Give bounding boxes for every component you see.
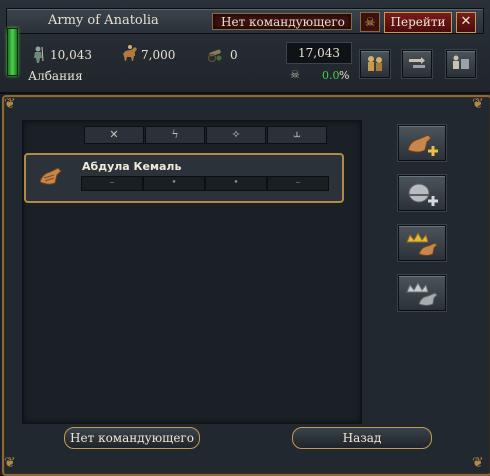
cavalry-icon [123,45,137,61]
sort-siege-tab[interactable]: ⥿ [267,126,327,144]
leader-skill-fire: – [81,176,143,191]
skull-button[interactable]: ☠ [360,12,380,32]
helmet-plus-icon [408,183,438,206]
artillery-icon [207,49,222,63]
army-strength-bar [7,28,18,76]
crown-gauntlet-icon [406,231,438,256]
cannon-icon: ⥿ [292,128,302,141]
infantry-count: 10,043 [50,48,92,62]
crossed-swords-icon: ✕ [109,128,119,141]
reorganize-icon [409,57,425,68]
split-soldiers-icon [368,56,382,71]
total-troops: 17,043 [286,42,352,64]
morale-skull-icon: ☠ [290,68,300,81]
corner-ornament-icon: ❦ [472,455,484,471]
sort-maneuver-tab[interactable]: ✧ [206,126,266,144]
close-button[interactable]: ✕ [456,12,476,33]
morale-unit: % [339,69,350,82]
gauntlet-plus-icon [407,134,438,156]
reorganize-button[interactable] [402,50,432,78]
back-button[interactable]: Назад [292,427,432,449]
assign-ruler-button[interactable] [398,225,446,261]
sort-fire-tab[interactable]: ✕ [84,126,144,144]
leader-skill-siege: – [267,176,329,191]
leader-skill-shock: • [143,176,205,191]
location-label[interactable]: Албания [28,69,83,83]
split-army-button[interactable] [360,50,390,78]
skull-icon: ☠ [364,15,376,29]
artillery-count: 0 [230,48,238,62]
leader-skill-maneuver: • [205,176,267,191]
commander-field[interactable]: Нет командующего [212,13,352,30]
go-button[interactable]: Перейти [384,12,452,33]
assign-heir-button[interactable] [398,275,446,311]
corner-ornament-icon: ❦ [4,96,16,112]
detach-units-icon [453,55,469,69]
sort-shock-tab[interactable]: ϟ [145,126,205,144]
detach-button[interactable] [446,50,476,78]
morale-value: 0.0 [322,69,340,82]
corner-ornament-icon: ❦ [4,455,16,471]
infantry-icon [34,46,44,63]
no-commander-button[interactable]: Нет командующего [64,427,200,449]
gauntlet-icon [39,167,62,185]
recruit-general-button[interactable] [398,125,446,161]
close-icon: ✕ [460,14,472,29]
star-arrow-icon: ✧ [231,128,241,141]
lightning-icon: ϟ [171,128,179,141]
leader-name: Абдула Кемаль [82,160,182,173]
army-name[interactable]: Army of Anatolia [48,13,159,28]
corner-ornament-icon: ❦ [472,96,484,112]
cavalry-count: 7,000 [141,48,176,62]
crown-silver-icon [406,281,438,306]
recruit-conquistador-button[interactable] [398,175,446,211]
